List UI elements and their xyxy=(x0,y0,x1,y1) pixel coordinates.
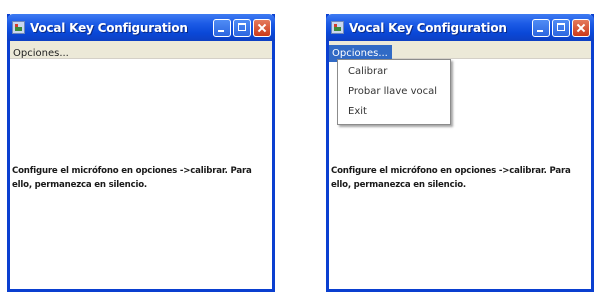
app-icon[interactable] xyxy=(331,21,344,34)
close-icon[interactable] xyxy=(572,18,590,37)
opciones-dropdown-menu: Calibrar Probar llave vocal Exit xyxy=(337,59,451,125)
title-bar[interactable]: Vocal Key Configuration xyxy=(7,14,275,41)
menu-bar: Opciones... xyxy=(329,41,591,62)
main-window-closed-menu: Vocal Key Configuration Opciones... Conf… xyxy=(7,14,275,292)
menu-item-probar-llave-vocal[interactable]: Probar llave vocal xyxy=(338,82,450,102)
maximize-icon[interactable] xyxy=(552,18,570,37)
menu-bar: Opciones... xyxy=(10,41,272,59)
instruction-message: Configure el micrófono en opciones ->cal… xyxy=(331,166,571,190)
menu-item-calibrar[interactable]: Calibrar xyxy=(338,62,450,82)
window-title: Vocal Key Configuration xyxy=(30,20,188,35)
window-title: Vocal Key Configuration xyxy=(349,20,507,35)
title-bar[interactable]: Vocal Key Configuration xyxy=(326,14,594,41)
close-icon[interactable] xyxy=(253,18,271,37)
maximize-icon[interactable] xyxy=(233,18,251,37)
app-icon[interactable] xyxy=(12,21,25,34)
main-window-open-menu: Vocal Key Configuration Opciones... Conf… xyxy=(326,14,594,292)
screenshot-stage: Vocal Key Configuration Opciones... Conf… xyxy=(0,0,597,293)
menu-item-exit[interactable]: Exit xyxy=(338,102,450,122)
instruction-message: Configure el micrófono en opciones ->cal… xyxy=(12,166,252,190)
minimize-icon[interactable] xyxy=(532,18,550,37)
menu-opciones[interactable]: Opciones... xyxy=(10,45,73,62)
minimize-icon[interactable] xyxy=(213,18,231,37)
